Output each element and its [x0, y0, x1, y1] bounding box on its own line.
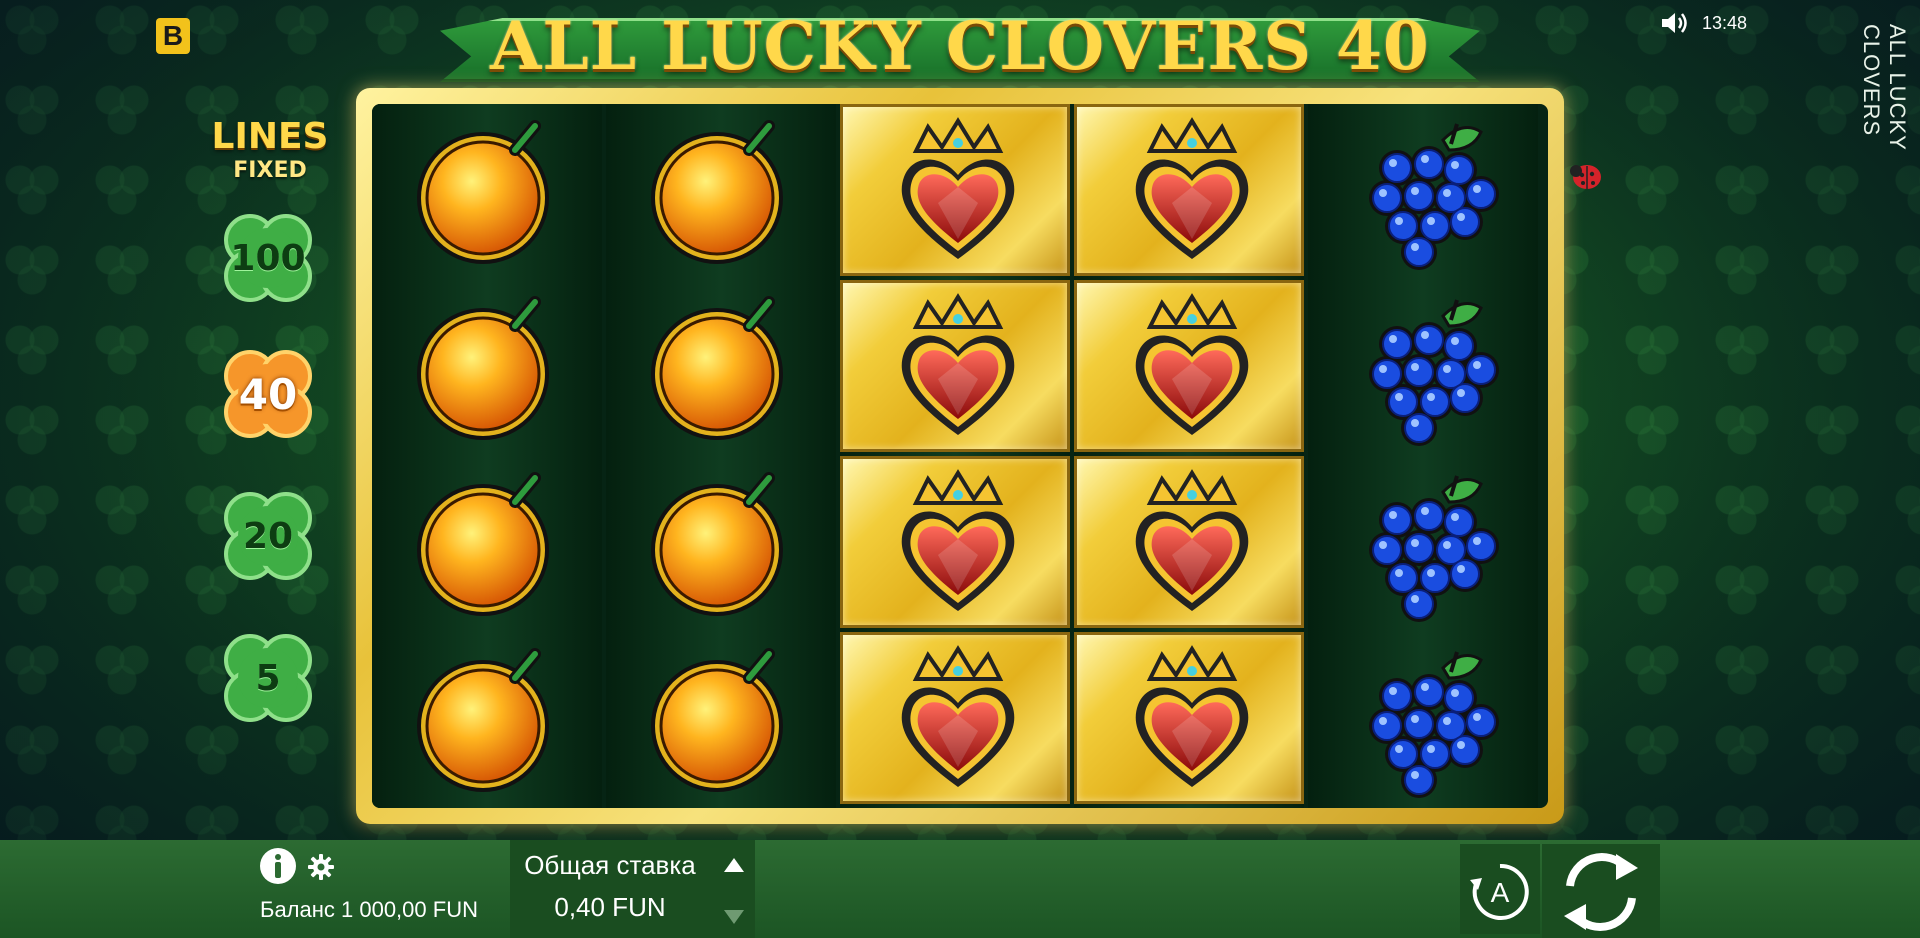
gear-icon[interactable] [306, 852, 336, 882]
bet-increase-button[interactable] [716, 848, 752, 884]
symbol-crowned-heart [1074, 632, 1304, 804]
symbol-crowned-heart [840, 280, 1070, 452]
lines-option-5[interactable]: 5 [212, 622, 324, 734]
total-bet-value: 0,40 FUN [554, 892, 666, 922]
symbol-orange [606, 280, 836, 452]
symbol-grapes [1308, 104, 1538, 276]
symbol-orange [606, 456, 836, 628]
clock: 13:48 [1702, 13, 1748, 33]
lines-option-label: 5 [255, 657, 281, 699]
autoplay-button[interactable]: A [1466, 858, 1534, 926]
lines-title: LINES [211, 116, 329, 157]
symbol-crowned-heart [840, 632, 1070, 804]
autoplay-label: A [1491, 877, 1510, 908]
symbol-orange [372, 280, 602, 452]
total-bet-label: Общая ставка [524, 850, 696, 880]
lines-option-label: 20 [242, 515, 294, 557]
brand-badge[interactable]: B [156, 18, 190, 54]
speaker-icon[interactable] [1660, 10, 1690, 36]
reel-3 [840, 104, 1070, 808]
bet-decrease-button[interactable] [716, 898, 752, 934]
lines-option-label: 40 [238, 369, 298, 419]
spin-icon[interactable] [1554, 846, 1648, 938]
reel-window [372, 104, 1548, 808]
game-title: ALL LUCKY CLOVERS 40 [490, 7, 1430, 85]
balance-display: Баланс 1 000,00 FUN [260, 897, 478, 922]
symbol-grapes [1308, 456, 1538, 628]
symbol-crowned-heart [1074, 280, 1304, 452]
reel-1 [372, 104, 602, 808]
symbol-crowned-heart [840, 456, 1070, 628]
reel-2 [606, 104, 836, 808]
symbol-crowned-heart [1074, 104, 1304, 276]
symbol-orange [372, 632, 602, 804]
lines-option-20[interactable]: 20 [212, 480, 324, 592]
lines-option-40[interactable]: 40 [212, 338, 324, 450]
lines-option-100[interactable]: 100 [212, 202, 324, 314]
symbol-grapes [1308, 632, 1538, 804]
symbol-crowned-heart [840, 104, 1070, 276]
side-game-title: ALL LUCKY CLOVERS [1859, 24, 1910, 151]
ladybug-icon [1568, 156, 1606, 194]
lines-option-label: 100 [230, 237, 306, 279]
symbol-crowned-heart [1074, 456, 1304, 628]
game-screen: B ALL LUCKY CLOVERS 40 13:48 ALL LUCKY C… [0, 0, 1920, 938]
reel-4 [1074, 104, 1304, 808]
symbol-orange [372, 456, 602, 628]
reel-5 [1308, 104, 1538, 808]
info-icon[interactable] [258, 846, 298, 886]
symbol-orange [606, 104, 836, 276]
symbol-orange [606, 632, 836, 804]
symbol-orange [372, 104, 602, 276]
symbol-grapes [1308, 280, 1538, 452]
lines-subtitle: FIXED [233, 158, 307, 183]
